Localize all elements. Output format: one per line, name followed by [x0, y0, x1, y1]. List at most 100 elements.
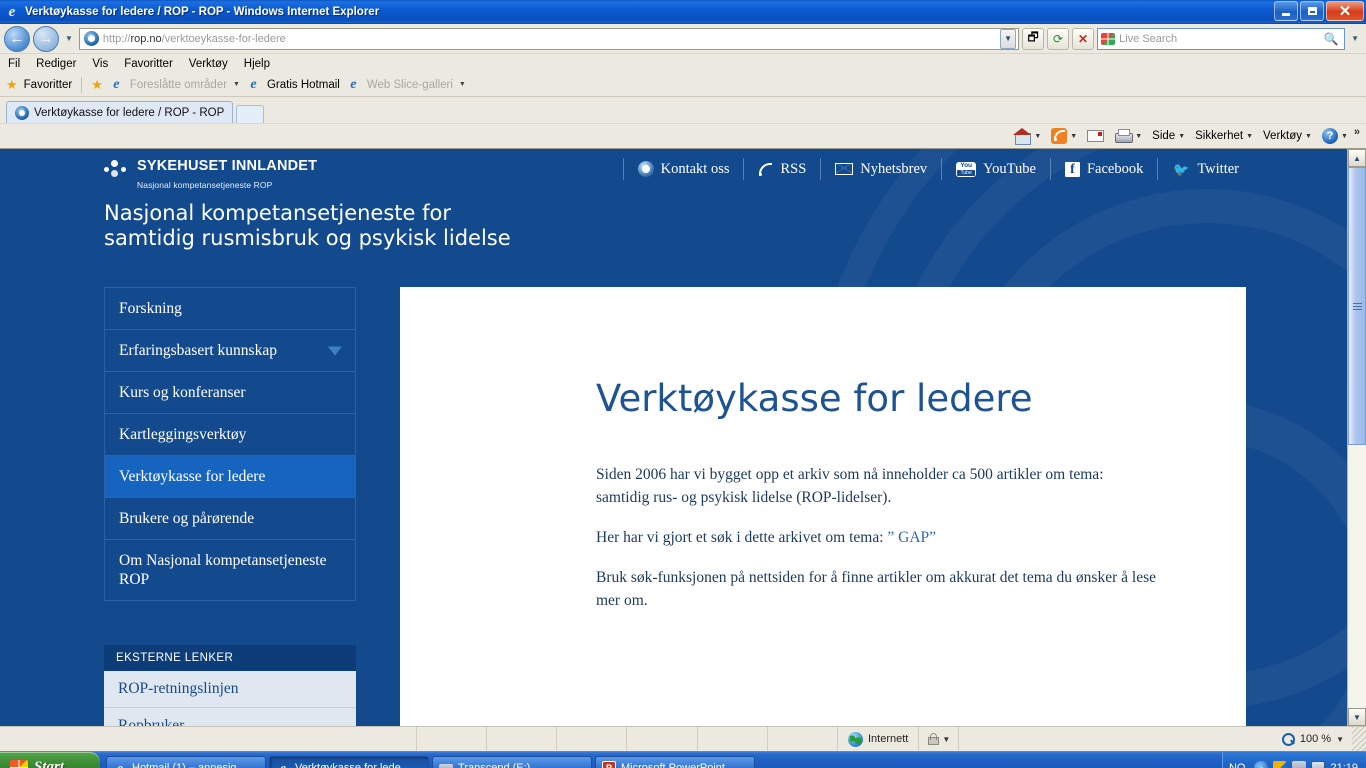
web-slice-caret-icon[interactable]: ▼ [459, 81, 466, 88]
menu-item-rediger[interactable]: Rediger [36, 58, 76, 70]
help-menu-button[interactable]: ? ▼ [1318, 126, 1352, 146]
page-menu-button[interactable]: Side ▼ [1148, 128, 1189, 144]
protected-mode-indicator[interactable]: ▼ [919, 727, 960, 751]
rss-icon [758, 162, 773, 177]
suggested-sites-caret-icon[interactable]: ▼ [233, 81, 240, 88]
help-caret-icon[interactable]: ▼ [1341, 133, 1348, 140]
history-dropdown-icon[interactable]: ▼ [62, 34, 76, 43]
clock[interactable]: 21:19 [1330, 762, 1358, 768]
scrollbar-track[interactable] [1348, 167, 1366, 708]
add-to-favorites-icon[interactable]: ★ [91, 77, 103, 93]
favorites-item-web-slice[interactable]: Web Slice-galleri [367, 79, 453, 91]
rss-icon [1051, 128, 1068, 144]
scroll-up-button[interactable]: ▲ [1348, 149, 1366, 167]
external-link-rop-retningslinjen[interactable]: ROP-retningslinjen [104, 671, 356, 708]
social-link-twitter[interactable]: Twitter [1157, 158, 1239, 180]
feeds-caret-icon[interactable]: ▼ [1070, 133, 1077, 140]
mail-button[interactable] [1083, 128, 1108, 144]
windows-taskbar: Start Hotmail (1) – annesig… Verktøykass… [0, 751, 1366, 768]
menu-item-favoritter[interactable]: Favoritter [124, 58, 173, 70]
favorites-item-suggested-sites[interactable]: Foreslåtte områder [130, 79, 227, 91]
menu-item-verktoy[interactable]: Verktøy [189, 58, 228, 70]
new-tab-button[interactable] [236, 105, 265, 123]
external-links-box: EKSTERNE LENKER ROP-retningslinjen Ropbr… [104, 645, 356, 726]
menu-item-hjelp[interactable]: Hjelp [244, 58, 270, 70]
social-link-youtube[interactable]: You Tube [941, 158, 1050, 180]
compatibility-view-button[interactable]: 🗗 [1022, 27, 1045, 50]
social-link-facebook[interactable]: Facebook [1049, 158, 1157, 180]
resize-grip[interactable] [1352, 727, 1366, 751]
social-link-nyhetsbrev[interactable]: Nyhetsbrev [820, 158, 941, 180]
zoom-caret-icon[interactable]: ▼ [1336, 735, 1344, 744]
content-link-gap[interactable]: ” GAP” [887, 529, 936, 546]
sidebar-item-forskning[interactable]: Forskning [104, 287, 356, 329]
web-slice-icon [346, 77, 361, 92]
status-bar-segments [0, 727, 838, 751]
favorites-star-icon[interactable]: ★ [6, 77, 18, 93]
stop-button[interactable]: ✕ [1072, 27, 1095, 50]
tray-expand-icon[interactable]: ‹ [1254, 760, 1269, 768]
sidebar-item-om-nasjonal-kompetansetjeneste-rop[interactable]: Om Nasjonal kompetansetjeneste ROP [104, 539, 356, 601]
protected-mode-caret-icon[interactable]: ▼ [942, 735, 950, 744]
feeds-button[interactable]: ▼ [1047, 126, 1081, 146]
restore-button[interactable] [1300, 1, 1324, 21]
chevron-down-icon[interactable] [328, 346, 342, 355]
taskbar-item-hotmail[interactable]: Hotmail (1) – annesig… [106, 755, 266, 768]
taskbar-item-verktoykasse[interactable]: Verktøykasse for lede… [269, 755, 429, 768]
tab-verktoykasse[interactable]: Verktøykasse for ledere / ROP - ROP [6, 101, 234, 123]
security-zone-label: Internett [868, 733, 909, 745]
display-icon[interactable] [1311, 760, 1326, 768]
window-controls: ✕ [1274, 1, 1364, 21]
page-body: Forskning Erfaringsbasert kunnskap Kurs … [0, 287, 1347, 726]
sidebar-label-erfaringsbasert-kunnskap: Erfaringsbasert kunnskap [119, 342, 277, 359]
page-title: Verktøykasse for ledere [596, 377, 1033, 420]
search-submit-icon[interactable]: 🔍 [1321, 29, 1341, 49]
menu-item-vis[interactable]: Vis [92, 58, 108, 70]
scroll-down-button[interactable]: ▼ [1348, 708, 1366, 726]
close-icon: ✕ [1338, 2, 1352, 20]
zoom-control[interactable]: 100 % ▼ [1274, 727, 1352, 751]
tools-menu-button[interactable]: Verktøy ▼ [1259, 128, 1316, 144]
search-provider-dropdown-icon[interactable]: ▼ [1348, 34, 1362, 43]
security-caret-icon[interactable]: ▼ [1246, 133, 1253, 140]
social-link-kontakt-oss[interactable]: Kontakt oss [622, 158, 744, 180]
command-bar-overflow-icon[interactable]: » [1354, 124, 1360, 138]
forward-button[interactable]: → [33, 25, 59, 52]
security-menu-button[interactable]: Sikkerhet ▼ [1191, 128, 1257, 144]
favorites-button-label[interactable]: Favoritter [24, 79, 73, 91]
sidebar-item-erfaringsbasert-kunnskap[interactable]: Erfaringsbasert kunnskap [104, 329, 356, 371]
browser-menu-bar: Fil Rediger Vis Favoritter Verktøy Hjelp [0, 54, 1366, 73]
browser-search-box[interactable]: Live Search 🔍 [1097, 27, 1346, 50]
page-scrollbar[interactable]: ▲ ▼ [1347, 149, 1366, 726]
sidebar-item-brukere-og-parorende[interactable]: Brukere og pårørende [104, 497, 356, 539]
external-link-ropbruker[interactable]: Ropbruker [104, 708, 356, 726]
refresh-button[interactable]: ⟳ [1047, 27, 1070, 50]
close-button[interactable]: ✕ [1326, 1, 1364, 21]
tools-caret-icon[interactable]: ▼ [1305, 133, 1312, 140]
favorites-item-gratis-hotmail[interactable]: Gratis Hotmail [267, 79, 340, 91]
back-button[interactable]: ← [4, 25, 30, 52]
print-caret-icon[interactable]: ▼ [1135, 133, 1142, 140]
print-button[interactable]: ▼ [1110, 127, 1146, 146]
page-caret-icon[interactable]: ▼ [1178, 133, 1185, 140]
menu-item-fil[interactable]: Fil [8, 58, 20, 70]
minimize-button[interactable] [1274, 1, 1298, 21]
security-zone[interactable]: Internett [838, 727, 920, 751]
taskbar-item-powerpoint[interactable]: Microsoft PowerPoint … [595, 755, 755, 768]
taskbar-item-transcend[interactable]: Transcend (E:) [432, 755, 592, 768]
security-shield-icon[interactable] [1273, 760, 1288, 768]
home-caret-icon[interactable]: ▼ [1034, 133, 1041, 140]
start-button[interactable]: Start [0, 751, 100, 768]
url-bar[interactable]: http://rop.no/verktoeykasse-for-ledere ▼ [78, 27, 1020, 50]
scrollbar-thumb[interactable] [1348, 167, 1366, 445]
sidebar-item-kurs-og-konferanser[interactable]: Kurs og konferanser [104, 371, 356, 413]
page-viewport: SYKEHUSET INNLANDET Nasjonal kompetanset… [0, 149, 1366, 726]
content-paragraph-2-text: Her har vi gjort et søk i dette arkivet … [596, 529, 888, 546]
network-icon[interactable] [1292, 760, 1307, 768]
language-indicator[interactable]: NO [1229, 762, 1246, 768]
sidebar-item-verktoykasse-for-ledere[interactable]: Verktøykasse for ledere [104, 455, 356, 497]
url-dropdown-icon[interactable]: ▼ [1000, 28, 1017, 49]
sidebar-item-kartleggingsverktoy[interactable]: Kartleggingsverktøy [104, 413, 356, 455]
home-button[interactable]: ▼ [1010, 127, 1045, 146]
social-link-rss[interactable]: RSS [743, 158, 820, 180]
